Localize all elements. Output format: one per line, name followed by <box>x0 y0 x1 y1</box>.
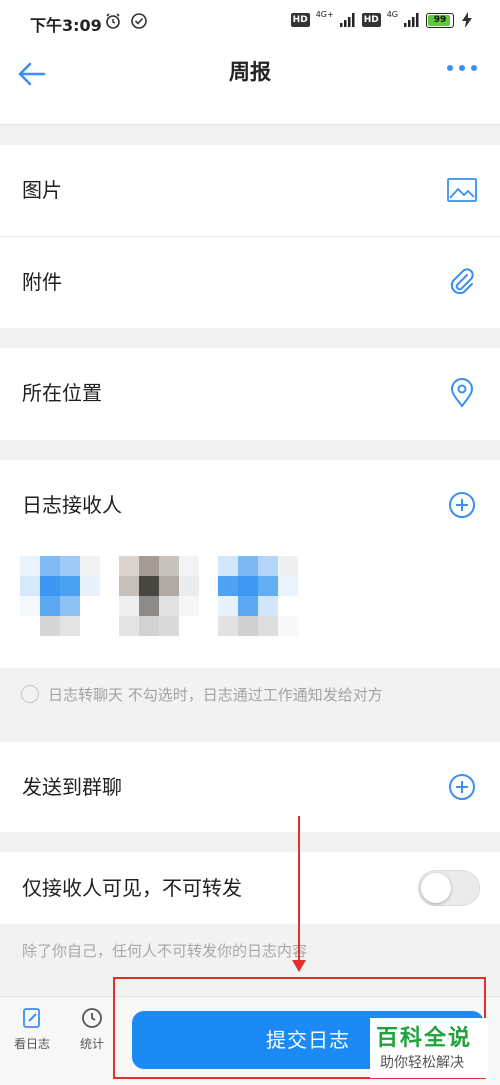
more-options-icon[interactable] <box>442 56 482 80</box>
annotation-line <box>298 816 300 966</box>
tab-view-logs-label: 看日志 <box>13 1037 50 1051</box>
watermark-title: 百科全说 <box>376 1026 473 1051</box>
recipient-avatar-2[interactable] <box>119 556 199 636</box>
attachment-row[interactable]: 附件 <box>0 237 500 327</box>
chat-option-row[interactable]: 日志转聊天 不勾选时，日志通过工作通知发给对方 <box>0 668 500 722</box>
chat-option-text: 日志转聊天 不勾选时，日志通过工作通知发给对方 <box>48 686 383 704</box>
hd-badge: HD <box>290 13 310 27</box>
hd-badge-2: HD <box>361 13 381 27</box>
tab-stats-label: 统计 <box>79 1037 104 1051</box>
private-toggle[interactable] <box>418 870 480 906</box>
watermark: 百科全说 助你轻松解决 <box>370 1018 488 1078</box>
charging-icon <box>462 12 472 28</box>
nav-bar: 周报 <box>0 44 500 125</box>
clock-icon <box>82 1008 102 1028</box>
image-label: 图片 <box>22 178 62 202</box>
recipient-avatar-1[interactable] <box>20 556 100 636</box>
tab-view-logs[interactable]: 看日志 <box>2 1007 62 1052</box>
add-recipient-icon[interactable] <box>446 489 478 521</box>
edit-log-icon <box>23 1008 40 1028</box>
group-section: 发送到群聊 <box>0 742 500 832</box>
status-time: 下午3:09 <box>30 16 102 35</box>
alarm-icon <box>106 13 120 29</box>
battery-level: 99 <box>433 14 447 25</box>
signal-icon <box>339 13 355 27</box>
chat-option-radio[interactable] <box>21 685 39 703</box>
recipients-row: 日志接收人 <box>0 460 500 550</box>
media-section: 图片 附件 <box>0 145 500 328</box>
network-type-label-2: 4G <box>386 9 398 19</box>
privacy-section: 仅接收人可见，不可转发 <box>0 852 500 924</box>
location-pin-icon[interactable] <box>446 377 478 409</box>
toggle-knob <box>421 873 451 903</box>
status-bar: 下午3:09 HD 4G+ HD 4G 99 <box>0 0 500 44</box>
location-section: 所在位置 <box>0 348 500 440</box>
send-group-row[interactable]: 发送到群聊 <box>0 742 500 832</box>
annotation-arrow <box>292 960 306 972</box>
page-title: 周报 <box>229 60 271 84</box>
image-icon[interactable] <box>446 174 478 206</box>
attachment-label: 附件 <box>22 270 62 294</box>
status-right-icons: HD 4G+ HD 4G 99 <box>290 9 474 28</box>
privacy-note: 除了你自己，任何人不可转发你的日志内容 <box>22 942 308 960</box>
location-label: 所在位置 <box>22 381 102 405</box>
signal-icon-2 <box>404 13 419 27</box>
image-row[interactable]: 图片 <box>0 145 500 235</box>
network-type-label: 4G+ <box>315 9 334 19</box>
battery-icon: 99 <box>426 12 454 28</box>
check-circle-icon <box>131 13 147 29</box>
paperclip-icon[interactable] <box>446 266 478 298</box>
location-row[interactable]: 所在位置 <box>0 348 500 438</box>
status-left-icons <box>104 12 148 30</box>
add-group-icon[interactable] <box>446 771 478 803</box>
recipients-section: 日志接收人 <box>0 460 500 668</box>
watermark-subtitle: 助你轻松解决 <box>380 1055 464 1071</box>
send-group-label: 发送到群聊 <box>22 775 122 799</box>
recipients-label: 日志接收人 <box>22 493 122 517</box>
recipient-avatar-3[interactable] <box>218 556 298 636</box>
private-label: 仅接收人可见，不可转发 <box>22 876 242 900</box>
